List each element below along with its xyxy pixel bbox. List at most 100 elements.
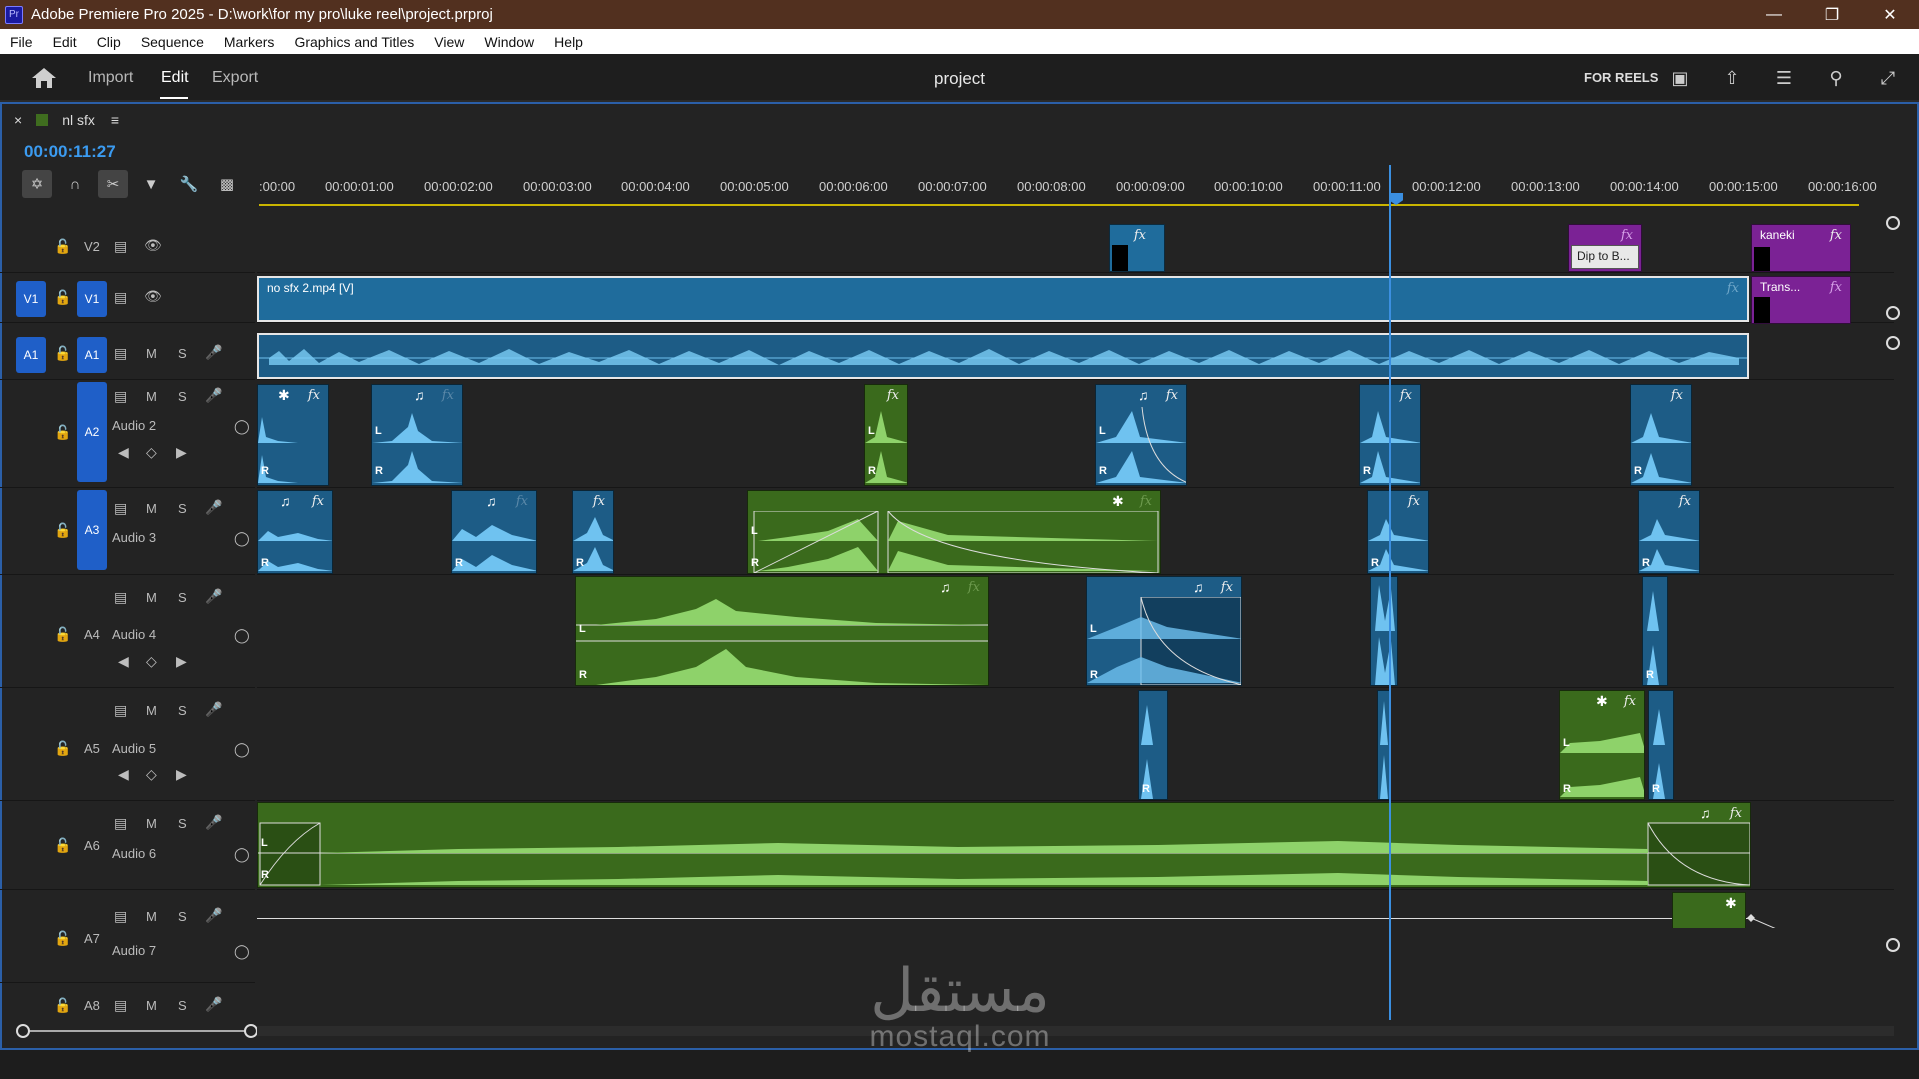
audio-clip[interactable]: ✱ L R (1672, 892, 1746, 928)
audio-clip[interactable]: ✱ fx R (257, 384, 329, 486)
audio-clip-main[interactable] (257, 333, 1749, 379)
sync-lock-icon[interactable]: ▤ (114, 388, 127, 405)
volume-knob-icon[interactable]: ◯ (234, 741, 250, 758)
mute-button[interactable]: M (146, 346, 157, 361)
lane-a7[interactable] (257, 890, 1894, 928)
graphic-clip-trans[interactable]: Trans... fx (1751, 276, 1851, 324)
sync-lock-icon[interactable]: ▤ (114, 345, 127, 362)
lock-icon[interactable]: 🔓 (54, 522, 71, 539)
sync-lock-icon[interactable]: ▤ (114, 500, 127, 517)
mute-button[interactable]: M (146, 389, 157, 404)
track-label[interactable]: A8 (84, 998, 100, 1013)
playhead-line[interactable] (1389, 165, 1391, 1020)
mute-button[interactable]: M (146, 909, 157, 924)
track-name[interactable]: Audio 3 (112, 530, 156, 545)
audio-clip[interactable]: fx R (1638, 490, 1700, 574)
menu-edit[interactable]: Edit (43, 34, 87, 50)
audio-clip[interactable]: R (1648, 690, 1674, 800)
audio-clip[interactable]: ♫ fx R (451, 490, 537, 574)
video-clip-main[interactable]: no sfx 2.mp4 [V] fx (257, 276, 1749, 322)
workspace-reels-label[interactable]: FOR REELS (1584, 70, 1658, 85)
search-icon[interactable]: ⚲ (1824, 66, 1848, 90)
audio-clip[interactable]: fx R (1367, 490, 1429, 574)
next-keyframe-icon[interactable]: ▶ (176, 766, 187, 783)
menu-view[interactable]: View (424, 34, 474, 50)
transition-clip-dip[interactable]: fx Dip to B... (1568, 224, 1642, 272)
sync-lock-icon[interactable]: ▤ (114, 815, 127, 832)
volume-rubberband[interactable] (257, 918, 1751, 919)
volume-knob-icon[interactable]: ◯ (234, 530, 250, 547)
close-icon[interactable]: ✕ (1861, 0, 1919, 29)
menu-sequence[interactable]: Sequence (131, 34, 214, 50)
menu-window[interactable]: Window (474, 34, 544, 50)
sync-lock-icon[interactable]: ▤ (114, 238, 127, 255)
menu-markers[interactable]: Markers (214, 34, 285, 50)
audio-clip[interactable]: R (1642, 576, 1668, 686)
sync-lock-icon[interactable]: ▤ (114, 702, 127, 719)
track-label[interactable]: A5 (84, 741, 100, 756)
track-name[interactable]: Audio 4 (112, 627, 156, 642)
mute-button[interactable]: M (146, 501, 157, 516)
solo-button[interactable]: S (178, 703, 187, 718)
graphic-clip-kaneki[interactable]: kaneki fx (1751, 224, 1851, 272)
track-target-a2[interactable]: A2 (77, 382, 107, 482)
audio-clip[interactable]: R (1138, 690, 1168, 800)
timeline-zoom-scrollbar[interactable] (16, 1024, 258, 1038)
eye-icon[interactable]: 👁 (144, 288, 162, 305)
solo-button[interactable]: S (178, 346, 187, 361)
timeline-track-area[interactable]: fx fx Dip to B... kaneki fx no sfx 2.mp4… (257, 118, 1894, 928)
audio-scroll-bottom-knob[interactable] (1886, 938, 1900, 952)
audio-clip[interactable]: ♫ fx R (257, 490, 333, 574)
microphone-icon[interactable]: 🎤 (205, 907, 222, 924)
track-name[interactable]: Audio 5 (112, 741, 156, 756)
lock-icon[interactable]: 🔓 (54, 345, 71, 362)
audio-clip[interactable]: ♫ fx L R (575, 576, 989, 686)
audio-clip-long[interactable]: ♫ fx L R (257, 802, 1751, 888)
mute-button[interactable]: M (146, 998, 157, 1013)
prev-keyframe-icon[interactable]: ◀ (118, 766, 129, 783)
sync-lock-icon[interactable]: ▤ (114, 997, 127, 1014)
add-keyframe-icon[interactable]: ◇ (146, 766, 157, 783)
lock-icon[interactable]: 🔓 (54, 837, 71, 854)
video-scroll-bottom-knob[interactable] (1886, 306, 1900, 320)
sync-lock-icon[interactable]: ▤ (114, 589, 127, 606)
track-label[interactable]: V2 (84, 239, 100, 254)
audio-clip[interactable]: ♫ fx L R (1095, 384, 1187, 486)
microphone-icon[interactable]: 🎤 (205, 996, 222, 1013)
audio-clip[interactable]: fx L R (864, 384, 908, 486)
panel-layout-icon[interactable]: ▣ (1668, 66, 1692, 90)
prev-keyframe-icon[interactable]: ◀ (118, 444, 129, 461)
tab-export[interactable]: Export (212, 69, 258, 87)
menu-help[interactable]: Help (544, 34, 593, 50)
tab-edit[interactable]: Edit (161, 69, 189, 87)
track-target-a1[interactable]: A1 (77, 337, 107, 373)
volume-knob-icon[interactable]: ◯ (234, 943, 250, 960)
volume-knob-icon[interactable]: ◯ (234, 627, 250, 644)
lock-icon[interactable]: 🔓 (54, 997, 71, 1014)
fullscreen-icon[interactable]: ⤢ (1876, 66, 1900, 90)
solo-button[interactable]: S (178, 998, 187, 1013)
lane-v2[interactable] (257, 222, 1894, 273)
audio-clip[interactable]: fx R (572, 490, 614, 574)
microphone-icon[interactable]: 🎤 (205, 387, 222, 404)
mute-button[interactable]: M (146, 590, 157, 605)
mute-button[interactable]: M (146, 703, 157, 718)
track-target-a3[interactable]: A3 (77, 490, 107, 570)
video-scroll-top-knob[interactable] (1886, 216, 1900, 230)
menu-graphics-and-titles[interactable]: Graphics and Titles (284, 34, 424, 50)
restore-icon[interactable]: ❐ (1803, 0, 1861, 29)
lock-icon[interactable]: 🔓 (54, 238, 71, 255)
microphone-icon[interactable]: 🎤 (205, 588, 222, 605)
eye-icon[interactable]: 👁 (144, 237, 162, 254)
next-keyframe-icon[interactable]: ▶ (176, 653, 187, 670)
audio-clip[interactable]: ✱ fx L R (1559, 690, 1645, 800)
microphone-icon[interactable]: 🎤 (205, 499, 222, 516)
home-icon[interactable] (30, 66, 58, 90)
lock-icon[interactable]: 🔓 (54, 930, 71, 947)
audio-clip[interactable] (1370, 576, 1398, 686)
prev-keyframe-icon[interactable]: ◀ (118, 653, 129, 670)
sync-lock-icon[interactable]: ▤ (114, 908, 127, 925)
volume-keyframe-line[interactable] (1747, 908, 1887, 928)
add-keyframe-icon[interactable]: ◇ (146, 444, 157, 461)
solo-button[interactable]: S (178, 501, 187, 516)
